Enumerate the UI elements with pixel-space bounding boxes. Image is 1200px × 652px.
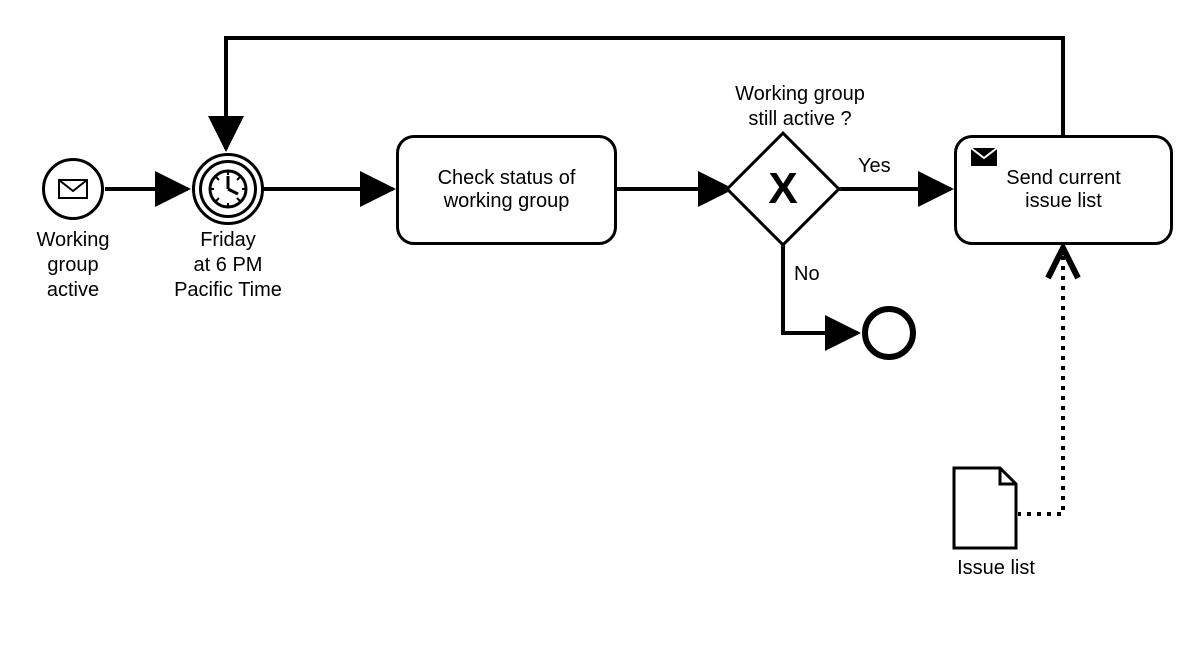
gateway-no-label: No xyxy=(794,262,834,287)
task-send-issue-list: Send current issue list xyxy=(954,135,1173,245)
gateway-question: Working group still active ? xyxy=(710,82,890,132)
start-event-label: Working group active xyxy=(22,228,124,303)
start-event xyxy=(42,158,104,220)
document-icon xyxy=(952,466,1018,550)
end-event xyxy=(862,306,916,360)
clock-icon xyxy=(195,156,261,222)
data-object-label: Issue list xyxy=(936,556,1056,581)
bpmn-diagram: Working group active Friday at 6 PM Paci… xyxy=(0,0,1200,652)
timer-event xyxy=(192,153,264,225)
message-icon xyxy=(45,161,101,217)
timer-event-label: Friday at 6 PM Pacific Time xyxy=(166,228,290,303)
data-object-issue-list xyxy=(952,466,1018,550)
task-check-status: Check status of working group xyxy=(396,135,617,245)
connectors xyxy=(0,0,1200,652)
gateway-yes-label: Yes xyxy=(858,154,908,179)
envelope-icon xyxy=(971,148,997,172)
task-label: Check status of working group xyxy=(438,167,576,213)
task-label: Send current issue list xyxy=(1006,167,1121,213)
